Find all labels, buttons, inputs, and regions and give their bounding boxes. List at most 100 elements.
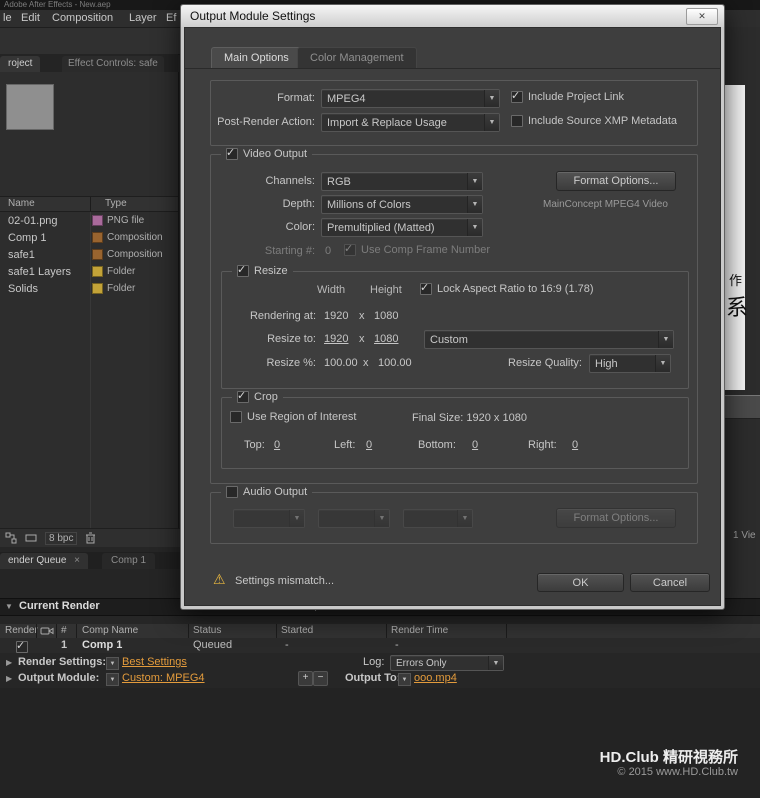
use-roi-checkbox[interactable]: Use Region of Interest [230, 411, 356, 423]
tab-project[interactable]: roject [0, 56, 40, 72]
crop-top-value[interactable]: 0 [274, 439, 280, 451]
resize-to-label: Resize to: [222, 333, 316, 345]
resize-quality-dropdown[interactable]: High ▼ [589, 354, 671, 373]
format-dropdown[interactable]: MPEG4 ▼ [321, 89, 500, 108]
crop-title[interactable]: Crop [232, 391, 283, 403]
project-row-02-01[interactable]: 02-01.png PNG file [0, 212, 178, 229]
channels-dropdown[interactable]: RGB ▼ [321, 172, 483, 191]
warning-text: Settings mismatch... [235, 575, 334, 587]
format-options-button[interactable]: Format Options... [556, 171, 676, 191]
tab-render-queue[interactable]: ender Queue × [0, 553, 88, 569]
output-to-menu[interactable]: ▼ [398, 673, 411, 686]
dialog-titlebar[interactable]: Output Module Settings ✕ [181, 5, 724, 27]
header-divider [36, 624, 37, 638]
audio-output-checkbox[interactable] [226, 486, 238, 498]
render-checkbox[interactable] [16, 641, 28, 653]
crop-bottom-value[interactable]: 0 [472, 439, 478, 451]
column-divider-line [90, 212, 91, 530]
tab-close-icon[interactable]: × [74, 555, 80, 566]
audio-depth-dropdown: ▼ [318, 509, 390, 528]
resize-quality-label: Resize Quality: [497, 357, 582, 369]
render-settings-value[interactable]: Best Settings [122, 656, 187, 668]
header-status[interactable]: Status [193, 625, 221, 636]
depth-label: Depth: [215, 198, 315, 210]
log-dropdown[interactable]: Errors Only ▼ [390, 655, 504, 671]
column-type[interactable]: Type [105, 198, 127, 209]
chevron-down-icon: ▼ [289, 510, 304, 527]
column-divider[interactable] [90, 197, 91, 211]
resize-to-height[interactable]: 1080 [374, 333, 398, 345]
header-num[interactable]: # [61, 625, 67, 636]
color-dropdown[interactable]: Premultiplied (Matted) ▼ [321, 218, 483, 237]
depth-dropdown[interactable]: Millions of Colors ▼ [321, 195, 483, 214]
header-divider [56, 624, 57, 638]
menu-layer[interactable]: Layer [129, 12, 157, 24]
lock-aspect-checkbox[interactable]: Lock Aspect Ratio to 16:9 (1.78) [420, 283, 594, 295]
project-row-comp1[interactable]: Comp 1 Composition [0, 229, 178, 246]
header-render[interactable]: Render [5, 625, 38, 636]
chevron-down-icon: ▼ [374, 510, 389, 527]
chevron-down-icon: ▼ [467, 196, 482, 213]
log-label: Log: [363, 656, 384, 668]
twirl-closed-icon[interactable]: ▶ [6, 658, 12, 667]
tab-color-management[interactable]: Color Management [297, 47, 417, 68]
resize-preset-dropdown[interactable]: Custom ▼ [424, 330, 674, 349]
twirl-open-icon[interactable]: ▼ [5, 602, 13, 611]
menu-composition[interactable]: Composition [52, 12, 113, 24]
starting-num-label: Starting #: [215, 245, 315, 257]
remove-output-module-button[interactable]: − [313, 671, 328, 686]
bpc-label[interactable]: 8 bpc [45, 532, 77, 545]
item-type: Composition [107, 249, 163, 260]
menu-file[interactable]: le [3, 12, 12, 24]
twirl-closed-icon[interactable]: ▶ [6, 674, 12, 683]
resize-to-width[interactable]: 1920 [324, 333, 348, 345]
menu-edit[interactable]: Edit [21, 12, 40, 24]
x-separator: x [363, 357, 369, 369]
video-output-checkbox[interactable] [226, 148, 238, 160]
ok-button[interactable]: OK [537, 573, 624, 592]
post-render-value: Import & Replace Usage [322, 117, 484, 129]
watermark-line1: HD.Club 精研視務所 [600, 746, 738, 767]
delete-icon[interactable] [85, 532, 96, 544]
column-name[interactable]: Name [8, 198, 35, 209]
project-row-solids[interactable]: Solids Folder [0, 280, 178, 297]
include-project-link-checkbox[interactable]: Include Project Link [511, 91, 624, 103]
project-row-safe1-layers[interactable]: safe1 Layers Folder [0, 263, 178, 280]
menu-effect[interactable]: Ef [166, 12, 176, 24]
resize-checkbox[interactable] [237, 265, 249, 277]
proxy-icon[interactable] [25, 532, 37, 544]
output-to-value[interactable]: ooo.mp4 [414, 672, 457, 684]
header-started[interactable]: Started [281, 625, 313, 636]
flowchart-icon[interactable] [5, 532, 17, 544]
cancel-button[interactable]: Cancel [630, 573, 710, 592]
tab-main-options[interactable]: Main Options [211, 47, 302, 68]
include-xmp-checkbox[interactable]: Include Source XMP Metadata [511, 115, 677, 127]
tab-effect-controls[interactable]: Effect Controls: safe [62, 56, 164, 72]
warning-icon: ⚠ [213, 571, 226, 588]
add-output-module-button[interactable]: + [298, 671, 313, 686]
video-output-title[interactable]: Video Output [221, 148, 312, 160]
chevron-down-icon: ▼ [484, 90, 499, 107]
queue-row[interactable]: 1 Comp 1 Queued - - [0, 638, 760, 653]
project-panel: Name Type 02-01.png PNG file Comp 1 Comp… [0, 72, 179, 530]
audio-output-title[interactable]: Audio Output [221, 486, 312, 498]
post-render-label: Post-Render Action: [215, 116, 315, 128]
tab-comp1[interactable]: Comp 1 [102, 553, 155, 569]
resize-title[interactable]: Resize [232, 265, 293, 277]
render-settings-menu[interactable]: ▼ [106, 657, 119, 670]
project-row-safe1[interactable]: safe1 Composition [0, 246, 178, 263]
post-render-dropdown[interactable]: Import & Replace Usage ▼ [321, 113, 500, 132]
project-panel-footer: 8 bpc [0, 528, 183, 547]
output-module-menu[interactable]: ▼ [106, 673, 119, 686]
output-module-value[interactable]: Custom: MPEG4 [122, 672, 205, 684]
crop-right-value[interactable]: 0 [572, 439, 578, 451]
header-render-time[interactable]: Render Time [391, 625, 448, 636]
crop-checkbox[interactable] [237, 391, 249, 403]
audio-output-label: Audio Output [243, 486, 307, 498]
header-comp-name[interactable]: Comp Name [82, 625, 138, 636]
row-render-time: - [395, 639, 399, 651]
close-icon[interactable]: ✕ [686, 8, 718, 25]
row-comp-name: Comp 1 [82, 639, 122, 651]
comp-text-char-top: 作 [729, 270, 742, 289]
crop-left-value[interactable]: 0 [366, 439, 372, 451]
